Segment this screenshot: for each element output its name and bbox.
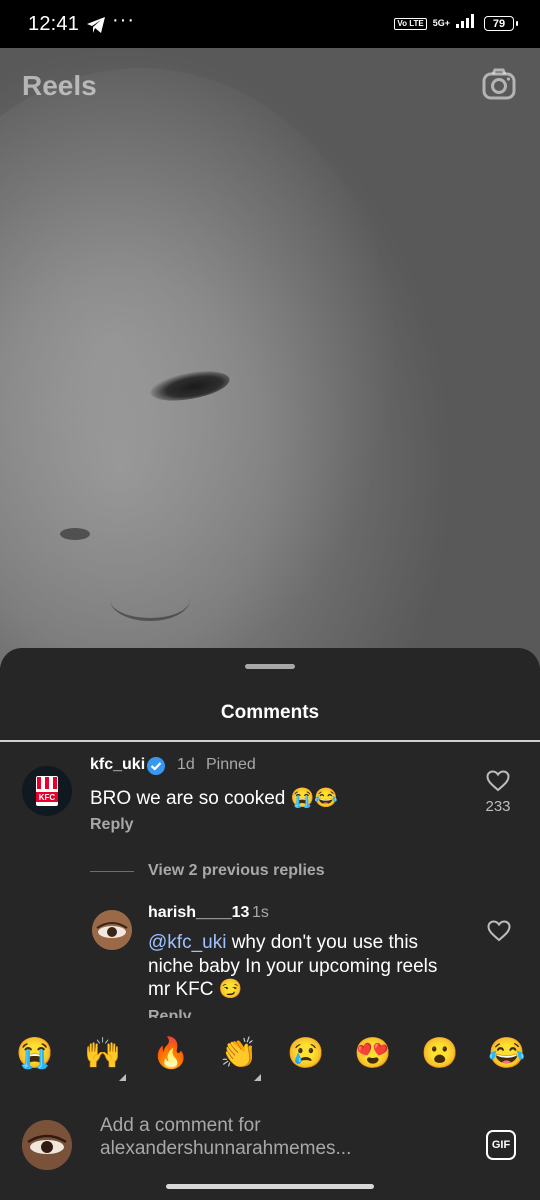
pinned-label: Pinned: [206, 756, 256, 773]
camera-icon[interactable]: [482, 68, 516, 105]
comments-sheet: Comments KFC kfc_uki 1d Pinned BRO we ar…: [0, 648, 540, 1200]
emoji-heart-eyes[interactable]: 😍: [354, 1036, 391, 1072]
status-bar: 12:41 ··· Vo LTE 5G+ 79: [0, 0, 540, 48]
comment-input[interactable]: Add a comment for alexandershunnarahmeme…: [100, 1114, 351, 1160]
divider: [90, 871, 134, 872]
emoji-surprised[interactable]: 😮: [421, 1036, 458, 1072]
emoji-sad[interactable]: 😢: [287, 1036, 324, 1072]
emoji-bar: 😭 🙌 🔥 👏 😢 😍 😮 😂: [0, 1022, 540, 1092]
divider: [0, 740, 540, 742]
video-frame-detail: [110, 578, 190, 621]
comment-input-placeholder: alexandershunnarahmemes...: [100, 1138, 352, 1159]
volte-badge: Vo LTE: [394, 17, 427, 30]
signal-icon: [456, 14, 478, 33]
comment-username[interactable]: kfc_uki: [90, 756, 145, 774]
telegram-icon: [86, 16, 106, 39]
emoji-clapping[interactable]: 👏: [220, 1036, 257, 1072]
avatar[interactable]: KFC: [22, 766, 72, 816]
status-indicators: Vo LTE 5G+ 79: [394, 14, 518, 33]
like-count: 233: [485, 798, 511, 815]
battery-icon: 79: [484, 16, 518, 31]
emoji-raised-hands[interactable]: 🙌: [84, 1036, 121, 1072]
video-frame: [0, 68, 400, 668]
home-indicator[interactable]: [166, 1184, 374, 1189]
emoji-crying[interactable]: 😭: [16, 1036, 53, 1072]
comment-time: 1d: [177, 756, 195, 773]
comment-text: @kfc_uki why don't you use this niche ba…: [148, 931, 458, 1002]
like-heart-icon[interactable]: [486, 770, 510, 797]
network-type: 5G+: [432, 18, 450, 28]
comment-username[interactable]: harish____13: [148, 904, 249, 922]
video-frame-detail: [60, 528, 90, 540]
gif-label: GIF: [491, 1139, 511, 1151]
skin-tone-indicator-icon: [119, 1074, 126, 1081]
more-notifications-icon: ···: [112, 9, 135, 31]
page-title: Reels: [22, 70, 97, 101]
avatar[interactable]: [92, 910, 132, 950]
reply-button[interactable]: Reply: [148, 1008, 192, 1018]
verified-badge-icon: [146, 756, 166, 781]
comments-title: Comments: [220, 702, 320, 723]
mention-link[interactable]: @kfc_uki: [148, 932, 226, 953]
gif-button[interactable]: GIF: [486, 1130, 516, 1160]
like-heart-icon[interactable]: [487, 920, 511, 947]
svg-text:KFC: KFC: [39, 793, 56, 802]
comment-text: BRO we are so cooked 😭😂: [90, 788, 338, 809]
reply-button[interactable]: Reply: [90, 816, 134, 834]
drag-handle[interactable]: [245, 664, 295, 669]
comment-input-placeholder: Add a comment for: [100, 1115, 261, 1136]
comment-time: 1s: [252, 904, 269, 921]
emoji-fire[interactable]: 🔥: [152, 1036, 189, 1072]
battery-level: 79: [492, 17, 506, 30]
avatar: [22, 1120, 72, 1170]
view-replies-button[interactable]: View 2 previous replies: [148, 862, 325, 880]
reel-video[interactable]: Reels: [0, 48, 540, 668]
status-time: 12:41: [28, 13, 80, 35]
skin-tone-indicator-icon: [254, 1074, 261, 1081]
emoji-laughing[interactable]: 😂: [488, 1036, 525, 1072]
